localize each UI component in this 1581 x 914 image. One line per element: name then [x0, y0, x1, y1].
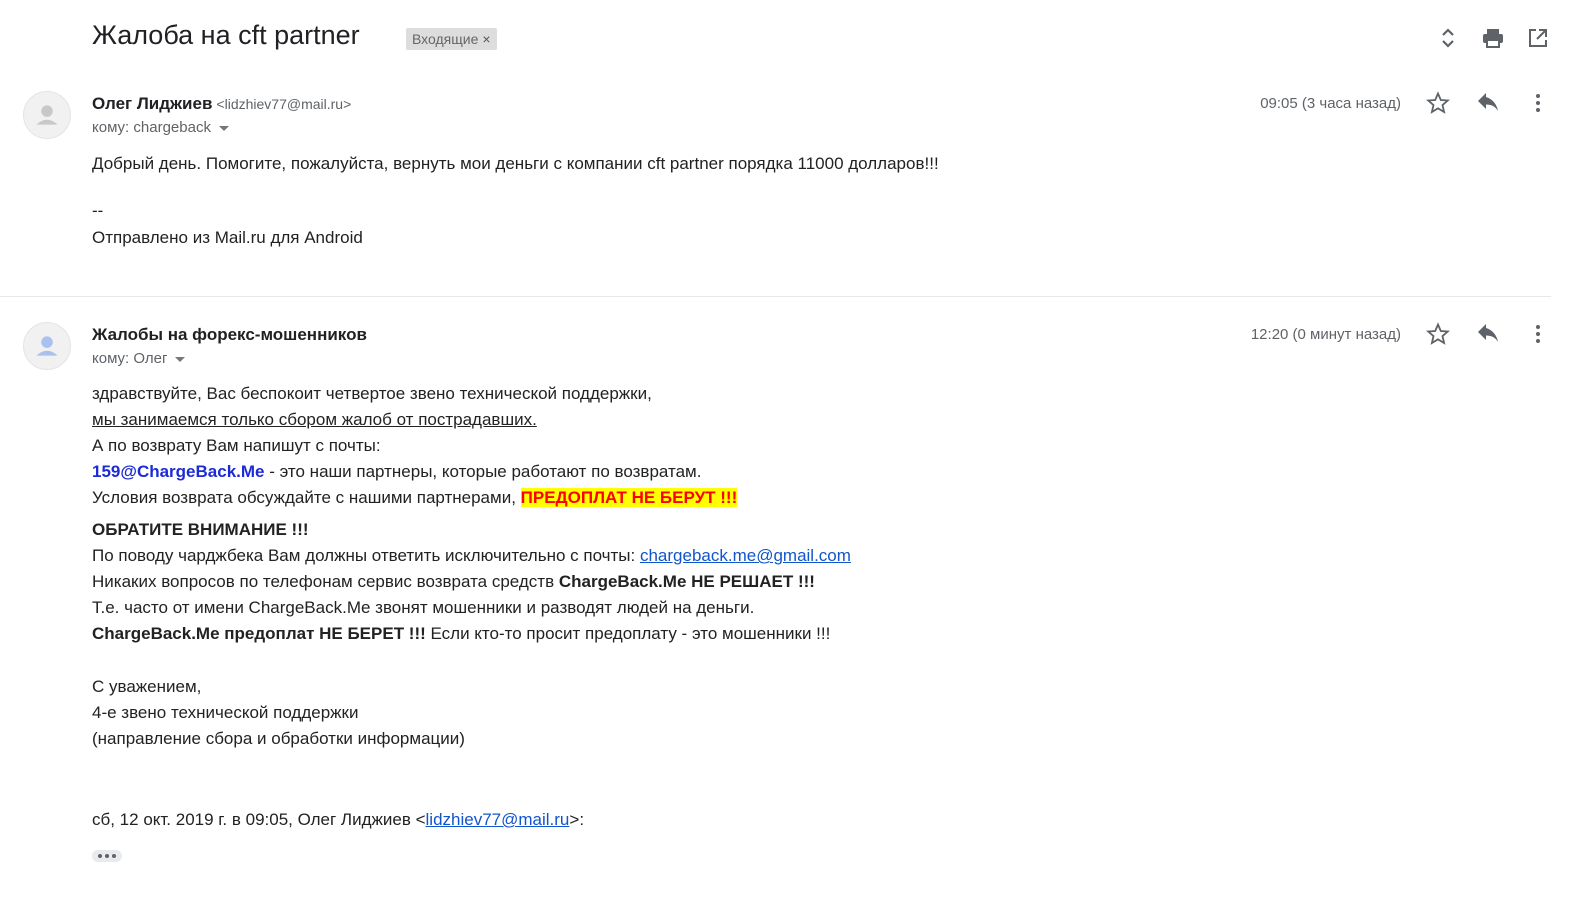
body-text: Условия возврата обсуждайте с нашими пар… — [92, 488, 521, 507]
bold-text: ChargeBack.Me НЕ РЕШАЕТ !!! — [558, 572, 815, 591]
email-link[interactable]: lidzhiev77@mail.ru — [426, 810, 570, 829]
dot — [105, 854, 109, 858]
message-time: 12:20 (0 минут назад) — [1250, 326, 1401, 343]
signature: Отправлено из Mail.ru для Android — [92, 228, 363, 247]
message-body-line: здравствуйте, Вас беспокоит четвертое зв… — [92, 384, 652, 403]
person-icon — [36, 105, 58, 125]
message-body-line: Т.е. часто от имени ChargeBack.Me звонят… — [92, 598, 755, 617]
open-new-window-icon[interactable] — [1525, 25, 1551, 51]
quote-text: сб, 12 окт. 2019 г. в 09:05, Олег Лиджие… — [92, 810, 426, 829]
remove-label-icon[interactable]: × — [482, 31, 490, 47]
recipient-label: кому: Олег — [92, 350, 168, 367]
bold-text: ChargeBack.Me предоплат НЕ БЕРЕТ !!! — [92, 624, 426, 643]
signature-separator: -- — [92, 201, 104, 220]
body-text: Никаких вопросов по телефонам сервис воз… — [92, 572, 559, 591]
label-chip-inbox[interactable]: Входящие × — [406, 28, 497, 50]
person-icon — [36, 336, 58, 356]
reply-icon[interactable] — [1474, 89, 1502, 117]
message-body-line: мы занимаемся только сбором жалоб от пос… — [92, 410, 537, 429]
body-text: - это наши партнеры, которые работают по… — [264, 462, 702, 481]
reply-icon[interactable] — [1474, 320, 1502, 348]
body-text: Если кто-то просит предоплату - это моше… — [425, 624, 831, 643]
chevron-down-icon[interactable] — [175, 356, 186, 362]
dot — [112, 854, 116, 858]
signature: (направление сбора и обработки информаци… — [92, 729, 465, 748]
message-body-line: А по возврату Вам напишут с почты: — [92, 436, 381, 455]
sender[interactable]: Олег Лиджиев <lidzhiev77@mail.ru> — [92, 94, 351, 114]
sender-name: Олег Лиджиев — [92, 94, 213, 113]
more-options-icon[interactable] — [1524, 89, 1552, 117]
partner-email: 159@ChargeBack.Me — [92, 462, 265, 481]
star-icon[interactable] — [1424, 320, 1452, 348]
avatar — [23, 91, 71, 139]
print-icon[interactable] — [1480, 25, 1506, 51]
recipient-details[interactable]: кому: chargeback — [92, 119, 229, 136]
thread-subject: Жалоба на cft partner — [92, 20, 360, 50]
message-body-line: Условия возврата обсуждайте с нашими пар… — [92, 485, 738, 511]
message-body-line: 159@ChargeBack.Me - это наши партнеры, к… — [92, 459, 701, 485]
body-text: По поводу чарджбека Вам должны ответить … — [92, 546, 640, 565]
message-body-line: Никаких вопросов по телефонам сервис воз… — [92, 569, 815, 595]
show-trimmed-content-button[interactable] — [92, 850, 122, 862]
signature: 4-е звено технической поддержки — [92, 703, 359, 722]
recipient-label: кому: chargeback — [92, 119, 211, 136]
highlighted-warning: ПРЕДОПЛАТ НЕ БЕРУТ !!! — [520, 488, 738, 507]
message-body-line: ChargeBack.Me предоплат НЕ БЕРЕТ !!! Есл… — [92, 621, 830, 647]
label-chip-text: Входящие — [412, 31, 479, 47]
message-body-line: Добрый день. Помогите, пожалуйста, верну… — [92, 154, 939, 173]
quote-header: сб, 12 окт. 2019 г. в 09:05, Олег Лиджие… — [92, 807, 584, 833]
recipient-details[interactable]: кому: Олег — [92, 350, 186, 367]
message-time: 09:05 (3 часа назад) — [1260, 95, 1401, 112]
quote-text: >: — [569, 810, 585, 829]
expand-collapse-icon[interactable] — [1435, 25, 1461, 51]
avatar — [23, 322, 71, 370]
attention-heading: ОБРАТИТЕ ВНИМАНИЕ !!! — [92, 520, 309, 539]
more-options-icon[interactable] — [1524, 320, 1552, 348]
sender[interactable]: Жалобы на форекс-мошенников — [92, 325, 367, 345]
sender-email: <lidzhiev77@mail.ru> — [216, 96, 352, 112]
dot — [98, 854, 102, 858]
sender-name: Жалобы на форекс-мошенников — [92, 325, 367, 344]
message-body-line: По поводу чарджбека Вам должны ответить … — [92, 543, 851, 569]
chevron-down-icon[interactable] — [218, 125, 229, 131]
message-divider — [0, 296, 1551, 297]
star-icon[interactable] — [1424, 89, 1452, 117]
email-link[interactable]: chargeback.me@gmail.com — [640, 546, 851, 565]
regards: С уважением, — [92, 677, 202, 696]
